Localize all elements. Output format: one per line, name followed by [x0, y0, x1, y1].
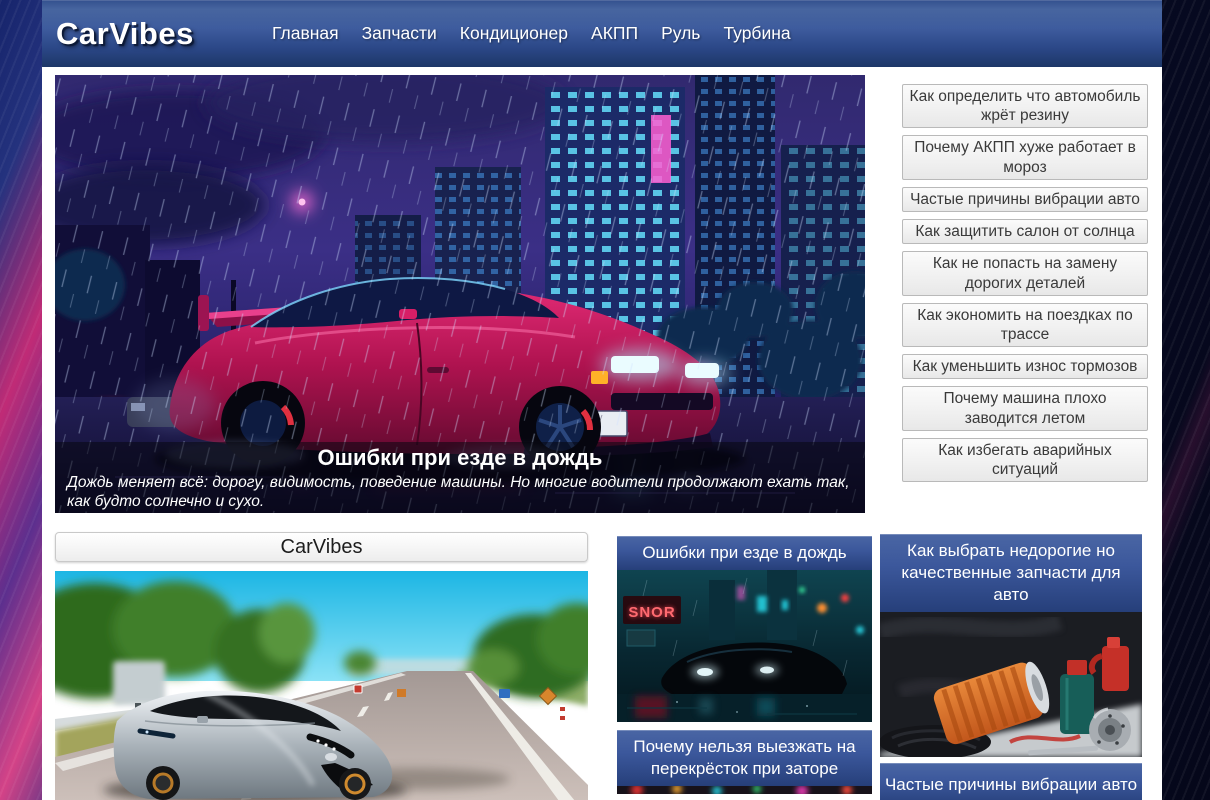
sidebar-link-vibration[interactable]: Частые причины вибрации авто: [902, 187, 1148, 212]
sidebar-link-highway-economy[interactable]: Как экономить на поездках по трассе: [902, 303, 1148, 347]
sidebar-link-brake-wear[interactable]: Как уменьшить износ тормозов: [902, 354, 1148, 379]
sidebar-link-expensive-parts[interactable]: Как не попасть на замену дорогих деталей: [902, 251, 1148, 295]
hero-article[interactable]: Ошибки при езде в дождь Дождь меняет всё…: [55, 75, 865, 513]
content-area: Ошибки при езде в дождь Дождь меняет всё…: [42, 67, 1162, 800]
column-left: CarVibes: [55, 526, 588, 800]
nav-item-ac[interactable]: Кондиционер: [460, 23, 568, 44]
sidebar-link-tire-wear[interactable]: Как определить что автомобиль жрёт резин…: [902, 84, 1148, 128]
road-article-image[interactable]: [55, 571, 588, 800]
nav-item-parts[interactable]: Запчасти: [362, 23, 437, 44]
hero-title[interactable]: Ошибки при езде в дождь: [55, 445, 865, 471]
neon-sign-text: SNOR: [628, 604, 675, 621]
main-nav: Главная Запчасти Кондиционер АКПП Руль Т…: [272, 0, 791, 67]
section-title: CarVibes: [55, 532, 588, 562]
nav-item-home[interactable]: Главная: [272, 23, 339, 44]
column-middle: Ошибки при езде в дождь: [617, 526, 872, 794]
card-image-intersection[interactable]: [617, 786, 872, 794]
sidebar: Как определить что автомобиль жрёт резин…: [902, 84, 1148, 482]
card-image-cheap-parts[interactable]: [880, 612, 1142, 757]
top-navbar: CarVibes Главная Запчасти Кондиционер АК…: [42, 0, 1162, 67]
brand-logo[interactable]: CarVibes: [56, 16, 194, 52]
page-wrapper: CarVibes Главная Запчасти Кондиционер АК…: [42, 0, 1162, 800]
nav-item-wheel[interactable]: Руль: [661, 23, 700, 44]
card-title-vibration[interactable]: Частые причины вибрации авто: [880, 763, 1142, 800]
sidebar-link-akpp-frost[interactable]: Почему АКПП хуже работает в мороз: [902, 135, 1148, 179]
sidebar-link-avoid-accidents[interactable]: Как избегать аварийных ситуаций: [902, 438, 1148, 482]
card-title-intersection[interactable]: Почему нельзя выезжать на перекрёсток пр…: [617, 730, 872, 786]
nav-item-akpp[interactable]: АКПП: [591, 23, 638, 44]
nav-item-turbo[interactable]: Турбина: [723, 23, 790, 44]
hero-caption: Ошибки при езде в дождь Дождь меняет всё…: [55, 442, 865, 513]
column-right: Как выбрать недорогие но качественные за…: [880, 526, 1142, 800]
hero-subtitle: Дождь меняет всё: дорогу, видимость, пов…: [67, 474, 853, 512]
lower-section: CarVibes: [55, 526, 1149, 800]
sidebar-link-sun-protect[interactable]: Как защитить салон от солнца: [902, 219, 1148, 244]
card-title-cheap-parts[interactable]: Как выбрать недорогие но качественные за…: [880, 534, 1142, 612]
card-image-rain-errors[interactable]: SNOR SNOR: [617, 570, 872, 722]
card-title-rain-errors[interactable]: Ошибки при езде в дождь: [617, 536, 872, 570]
sidebar-link-summer-start[interactable]: Почему машина плохо заводится летом: [902, 386, 1148, 430]
